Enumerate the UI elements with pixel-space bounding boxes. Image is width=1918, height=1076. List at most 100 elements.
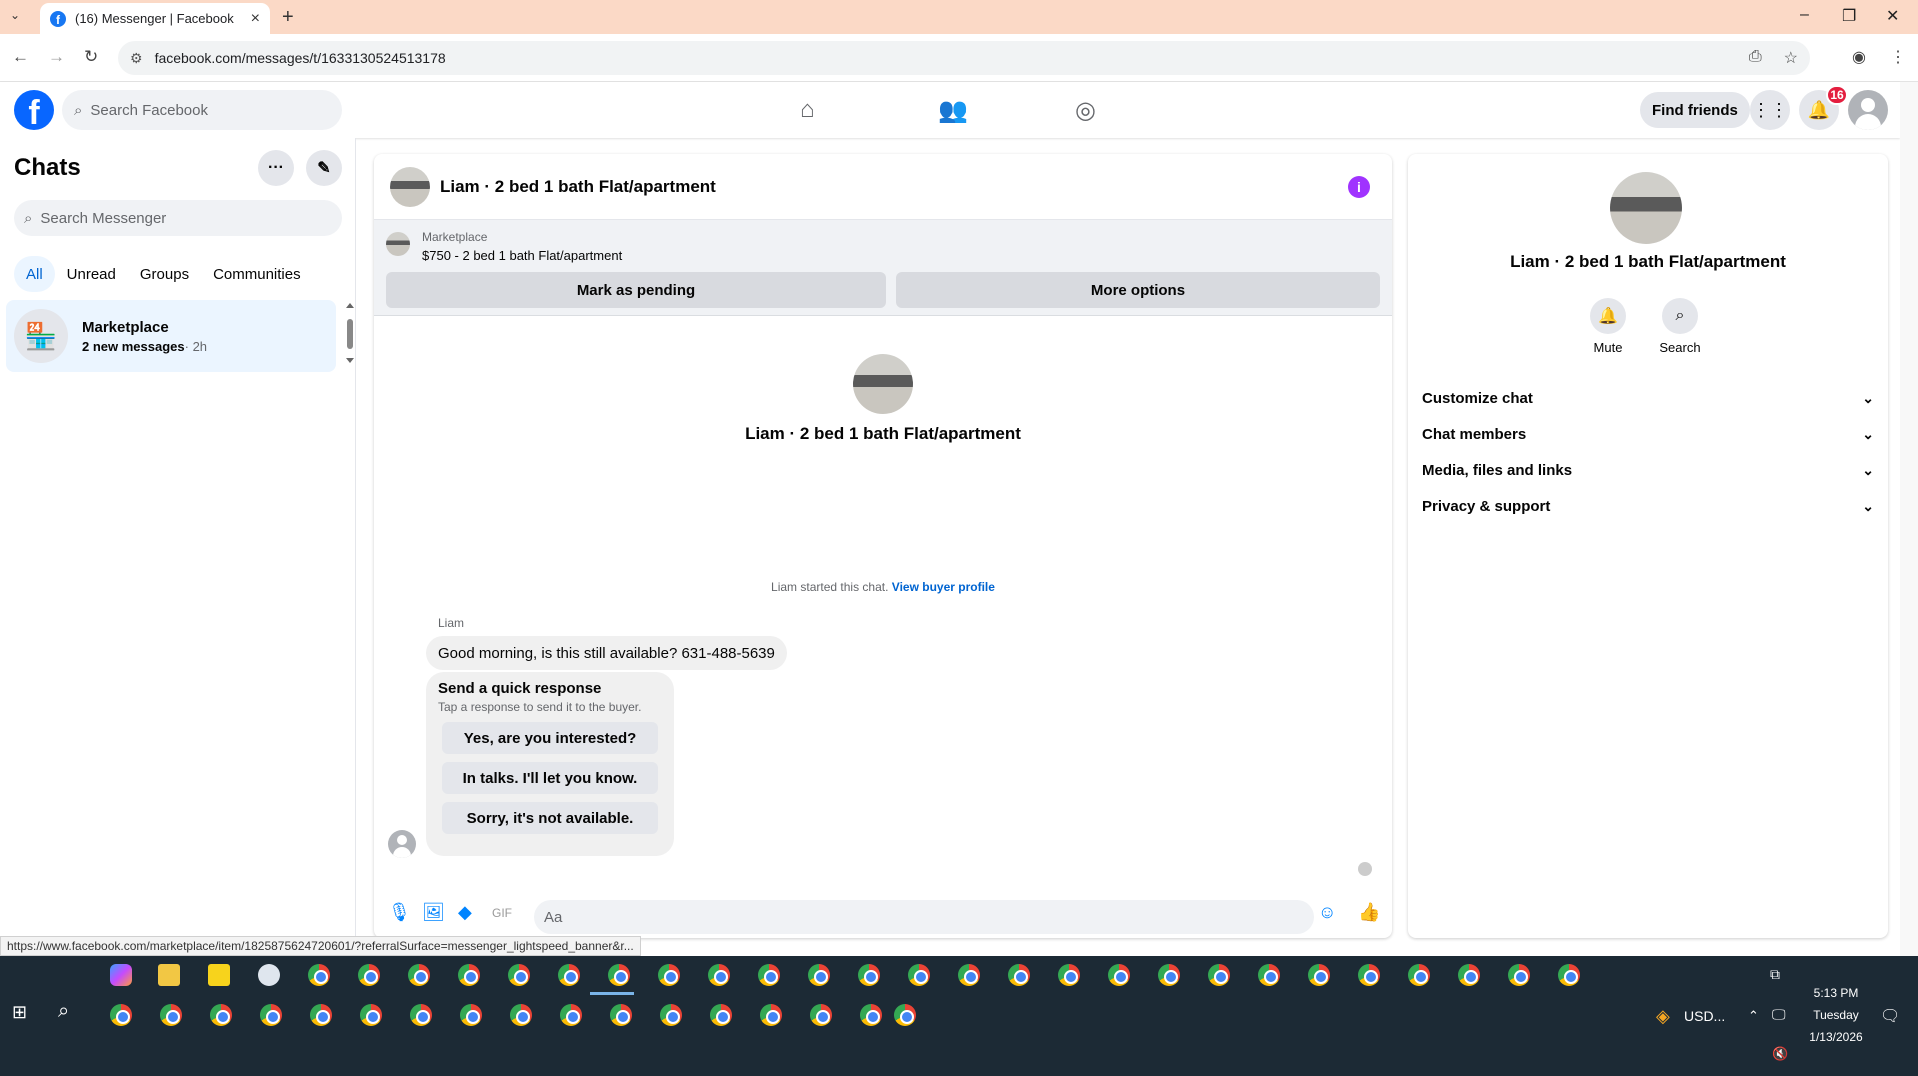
tray-overflow-icon[interactable]: ⌃ <box>1748 1008 1759 1024</box>
chrome-icon[interactable] <box>908 964 930 986</box>
close-tab-icon[interactable]: × <box>251 10 260 28</box>
chrome-icon[interactable] <box>110 1004 132 1026</box>
chrome-icon[interactable] <box>608 964 630 986</box>
home-icon[interactable]: ⌂ <box>800 96 815 124</box>
filter-unread[interactable]: Unread <box>55 256 128 292</box>
chrome-icon[interactable] <box>1008 964 1030 986</box>
filter-all[interactable]: All <box>14 256 55 292</box>
bookmark-star-icon[interactable]: ☆ <box>1784 48 1798 68</box>
task-view-icon[interactable]: ⧉ <box>1770 966 1780 983</box>
chrome-icon[interactable] <box>808 964 830 986</box>
currency-widget-label[interactable]: USD... <box>1684 1008 1725 1024</box>
currency-widget-icon[interactable]: ◈ <box>1656 1006 1670 1027</box>
chrome-icon[interactable] <box>1558 964 1580 986</box>
menu-grid-icon[interactable]: ⋮⋮ <box>1750 90 1790 130</box>
search-conversation-button[interactable]: ⌕ Search <box>1650 298 1710 355</box>
tab-search-icon[interactable]: ⌄ <box>10 8 20 22</box>
chrome-icon[interactable] <box>360 1004 382 1026</box>
chrome-icon[interactable] <box>408 964 430 986</box>
chat-list-item[interactable]: 🏪 Marketplace 2 new messages· 2h <box>6 300 336 372</box>
chrome-icon[interactable] <box>1508 964 1530 986</box>
message-bubble[interactable]: Good morning, is this still available? 6… <box>426 636 787 670</box>
chrome-icon[interactable] <box>410 1004 432 1026</box>
chrome-icon[interactable] <box>260 1004 282 1026</box>
chrome-icon[interactable] <box>510 1004 532 1026</box>
facebook-search-input[interactable]: ⌕ Search Facebook <box>62 90 342 130</box>
facebook-logo-icon[interactable]: f <box>14 90 54 130</box>
chats-options-icon[interactable]: ··· <box>258 150 294 186</box>
groups-icon[interactable]: ◎ <box>1075 96 1096 125</box>
taskbar-search-icon[interactable]: ⌕ <box>58 1000 69 1023</box>
volume-muted-icon[interactable]: 🔇 <box>1772 1046 1788 1062</box>
photo-icon[interactable]: 🖼 <box>422 902 445 923</box>
chrome-icon[interactable] <box>660 1004 682 1026</box>
microphone-icon[interactable]: 🎙 <box>388 902 411 923</box>
chrome-icon[interactable] <box>810 1004 832 1026</box>
chrome-icon[interactable] <box>1108 964 1130 986</box>
new-tab-icon[interactable]: + <box>282 6 294 29</box>
sticker-icon[interactable]: ◆ <box>458 902 472 923</box>
chrome-icon[interactable] <box>860 1004 882 1026</box>
chrome-icon[interactable] <box>1458 964 1480 986</box>
details-listing-photo[interactable] <box>1610 172 1682 244</box>
chrome-icon[interactable] <box>560 1004 582 1026</box>
listing-photo[interactable] <box>853 354 913 414</box>
quick-reply-button[interactable]: Yes, are you interested? <box>442 722 658 754</box>
minimize-icon[interactable]: – <box>1800 6 1809 24</box>
quick-reply-button[interactable]: In talks. I'll let you know. <box>442 762 658 794</box>
chat-members-row[interactable]: Chat members ⌄ <box>1422 416 1874 452</box>
copilot-icon[interactable] <box>110 964 132 986</box>
chrome-icon[interactable] <box>1258 964 1280 986</box>
mute-button[interactable]: 🔔 Mute <box>1578 298 1638 355</box>
listing-thumbnail[interactable] <box>390 166 430 207</box>
clock-date[interactable]: 1/13/2026 <box>1802 1030 1870 1044</box>
chrome-icon[interactable] <box>310 1004 332 1026</box>
chrome-icon[interactable] <box>1058 964 1080 986</box>
view-buyer-profile-link[interactable]: View buyer profile <box>892 580 995 594</box>
mark-as-pending-button[interactable]: Mark as pending <box>386 272 886 308</box>
browser-tab[interactable]: f (16) Messenger | Facebook × <box>40 3 270 34</box>
message-input[interactable]: Aa <box>534 900 1314 934</box>
close-window-icon[interactable]: ✕ <box>1886 6 1899 26</box>
chrome-icon[interactable] <box>894 1004 916 1026</box>
account-avatar[interactable] <box>1848 90 1888 130</box>
gif-icon[interactable]: GIF <box>492 906 512 920</box>
reload-icon[interactable]: ↻ <box>84 47 98 67</box>
friends-icon[interactable]: 👥 <box>938 96 968 125</box>
chrome-icon[interactable] <box>760 1004 782 1026</box>
chrome-icon[interactable] <box>1358 964 1380 986</box>
messenger-search-input[interactable]: ⌕ Search Messenger <box>14 200 342 236</box>
chat-list-scrollbar[interactable] <box>346 303 354 363</box>
conversation-title[interactable]: Liam · 2 bed 1 bath Flat/apartment <box>440 177 716 197</box>
chrome-icon[interactable] <box>1158 964 1180 986</box>
chrome-icon[interactable] <box>958 964 980 986</box>
chrome-icon[interactable] <box>558 964 580 986</box>
chrome-icon[interactable] <box>508 964 530 986</box>
restore-icon[interactable]: ❐ <box>1842 6 1856 26</box>
chrome-icon[interactable] <box>758 964 780 986</box>
filter-communities[interactable]: Communities <box>201 256 313 292</box>
chrome-icon[interactable] <box>210 1004 232 1026</box>
chrome-icon[interactable] <box>358 964 380 986</box>
notification-center-icon[interactable]: 🗨 <box>1880 1006 1900 1026</box>
chrome-menu-icon[interactable]: ⋮ <box>1890 47 1906 67</box>
info-icon[interactable]: i <box>1348 176 1370 198</box>
site-info-icon[interactable]: ⚙ <box>130 50 143 67</box>
chrome-icon[interactable] <box>460 1004 482 1026</box>
page-scrollbar[interactable] <box>1900 82 1918 956</box>
listing-small-thumbnail[interactable] <box>386 232 410 256</box>
emoji-icon[interactable]: ☺ <box>1318 902 1336 923</box>
chrome-icon[interactable] <box>858 964 880 986</box>
chrome-icon[interactable] <box>710 1004 732 1026</box>
media-files-links-row[interactable]: Media, files and links ⌄ <box>1422 452 1874 488</box>
new-message-icon[interactable]: ✎ <box>306 150 342 186</box>
chrome-icon[interactable] <box>1308 964 1330 986</box>
chrome-icon[interactable] <box>1408 964 1430 986</box>
find-friends-button[interactable]: Find friends <box>1640 92 1750 128</box>
privacy-support-row[interactable]: Privacy & support ⌄ <box>1422 488 1874 524</box>
filter-groups[interactable]: Groups <box>128 256 201 292</box>
network-icon[interactable]: 🖵 <box>1772 1006 1786 1023</box>
forward-icon[interactable]: → <box>48 47 65 67</box>
sticky-notes-icon[interactable] <box>208 964 230 986</box>
quick-reply-button[interactable]: Sorry, it's not available. <box>442 802 658 834</box>
